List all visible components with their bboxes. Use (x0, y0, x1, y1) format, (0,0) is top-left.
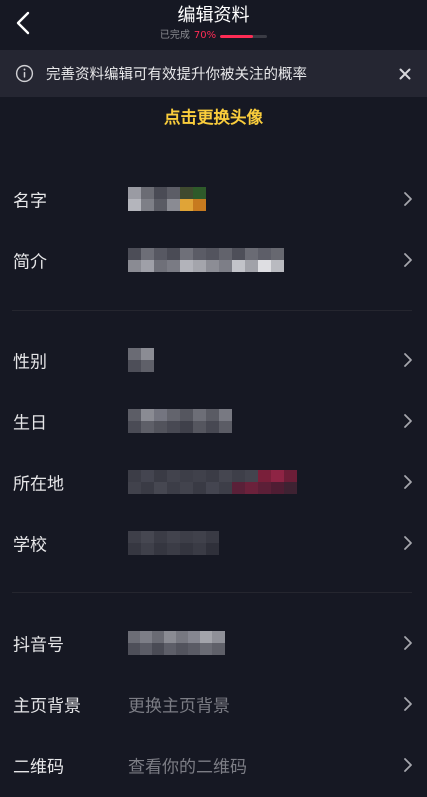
info-circle-icon (14, 64, 34, 84)
row-label: 简介 (13, 252, 47, 273)
row-douyin-id[interactable]: 抖音号 (0, 615, 427, 671)
row-location[interactable]: 所在地 (0, 454, 427, 510)
chevron-right-icon (404, 697, 412, 711)
chevron-right-icon (404, 636, 412, 650)
row-label: 性别 (13, 352, 47, 373)
douyin-id-value-redacted (128, 631, 225, 655)
row-label: 所在地 (13, 474, 64, 495)
section-divider (12, 310, 412, 311)
close-icon (399, 68, 411, 80)
change-avatar-link[interactable]: 点击更换头像 (0, 104, 427, 128)
close-tip-button[interactable] (393, 62, 417, 86)
progress-bar-fill (220, 34, 253, 38)
row-label: 主页背景 (13, 696, 81, 717)
chevron-right-icon (404, 192, 412, 206)
tip-banner: 完善资料编辑可有效提升你被关注的概率 (0, 50, 427, 97)
section-divider (12, 592, 412, 593)
progress-percent: 70% (193, 30, 217, 41)
name-value-redacted (128, 187, 219, 211)
row-label: 生日 (13, 413, 47, 434)
progress-label: 已完成 (159, 30, 190, 41)
row-name[interactable]: 名字 (0, 171, 427, 227)
chevron-right-icon (404, 475, 412, 489)
row-label: 二维码 (13, 757, 64, 778)
chevron-right-icon (404, 414, 412, 428)
row-cover[interactable]: 主页背景 更换主页背景 (0, 676, 427, 732)
header: 编辑资料 已完成 70% (0, 0, 427, 48)
gender-value-redacted (128, 348, 154, 372)
row-bio[interactable]: 简介 (0, 232, 427, 288)
row-label: 学校 (13, 535, 47, 556)
school-value-redacted (128, 531, 219, 555)
row-value: 更换主页背景 (128, 696, 230, 717)
row-qrcode[interactable]: 二维码 查看你的二维码 (0, 737, 427, 793)
progress-bar (220, 34, 268, 38)
chevron-right-icon (404, 253, 412, 267)
row-school[interactable]: 学校 (0, 515, 427, 571)
page-title: 编辑资料 (177, 5, 250, 26)
profile-completion: 已完成 70% (0, 29, 427, 43)
row-gender[interactable]: 性别 (0, 332, 427, 388)
row-value: 查看你的二维码 (128, 757, 247, 778)
tip-text: 完善资料编辑可有效提升你被关注的概率 (46, 67, 307, 83)
row-label: 抖音号 (13, 635, 64, 656)
row-birthday[interactable]: 生日 (0, 393, 427, 449)
chevron-right-icon (404, 758, 412, 772)
row-label: 名字 (13, 191, 47, 212)
bio-value-redacted (128, 248, 284, 272)
chevron-right-icon (404, 536, 412, 550)
birthday-value-redacted (128, 409, 232, 433)
chevron-right-icon (404, 353, 412, 367)
location-value-redacted (128, 470, 297, 494)
